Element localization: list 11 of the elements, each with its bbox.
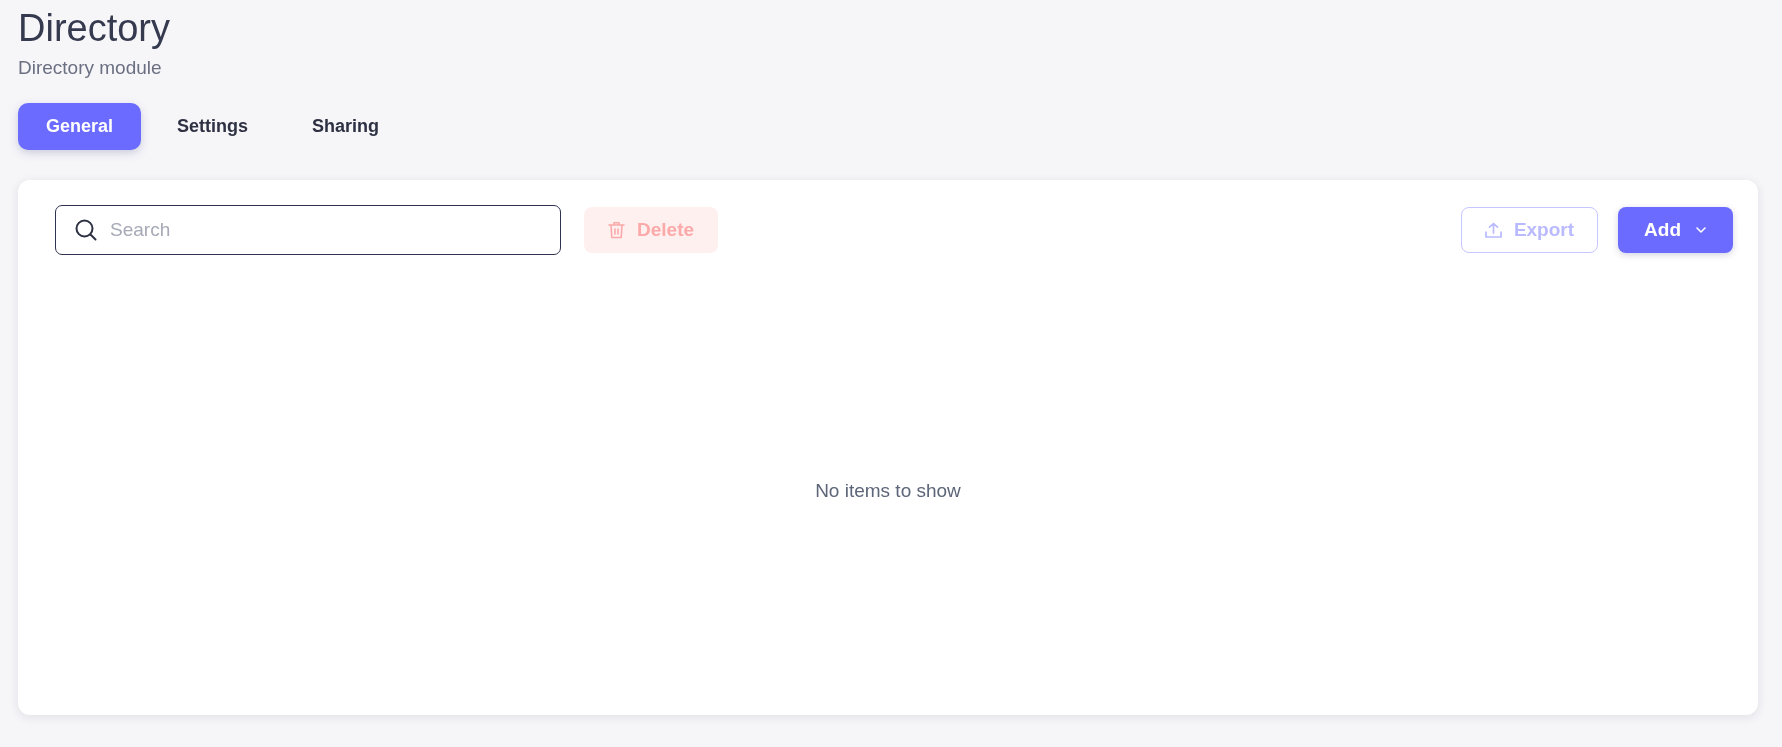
- tab[interactable]: General: [18, 103, 142, 150]
- page-title: Directory: [18, 6, 171, 50]
- empty-state-message: No items to show: [815, 478, 961, 503]
- page-subtitle: Directory module: [18, 56, 162, 80]
- tab[interactable]: Sharing: [284, 103, 408, 150]
- trash-icon: [608, 221, 625, 239]
- search-field[interactable]: Search: [55, 205, 561, 255]
- search-icon: [75, 219, 97, 241]
- upload-icon: [1484, 222, 1502, 238]
- add-button[interactable]: Add: [1618, 207, 1733, 253]
- tab[interactable]: Settings: [149, 103, 277, 150]
